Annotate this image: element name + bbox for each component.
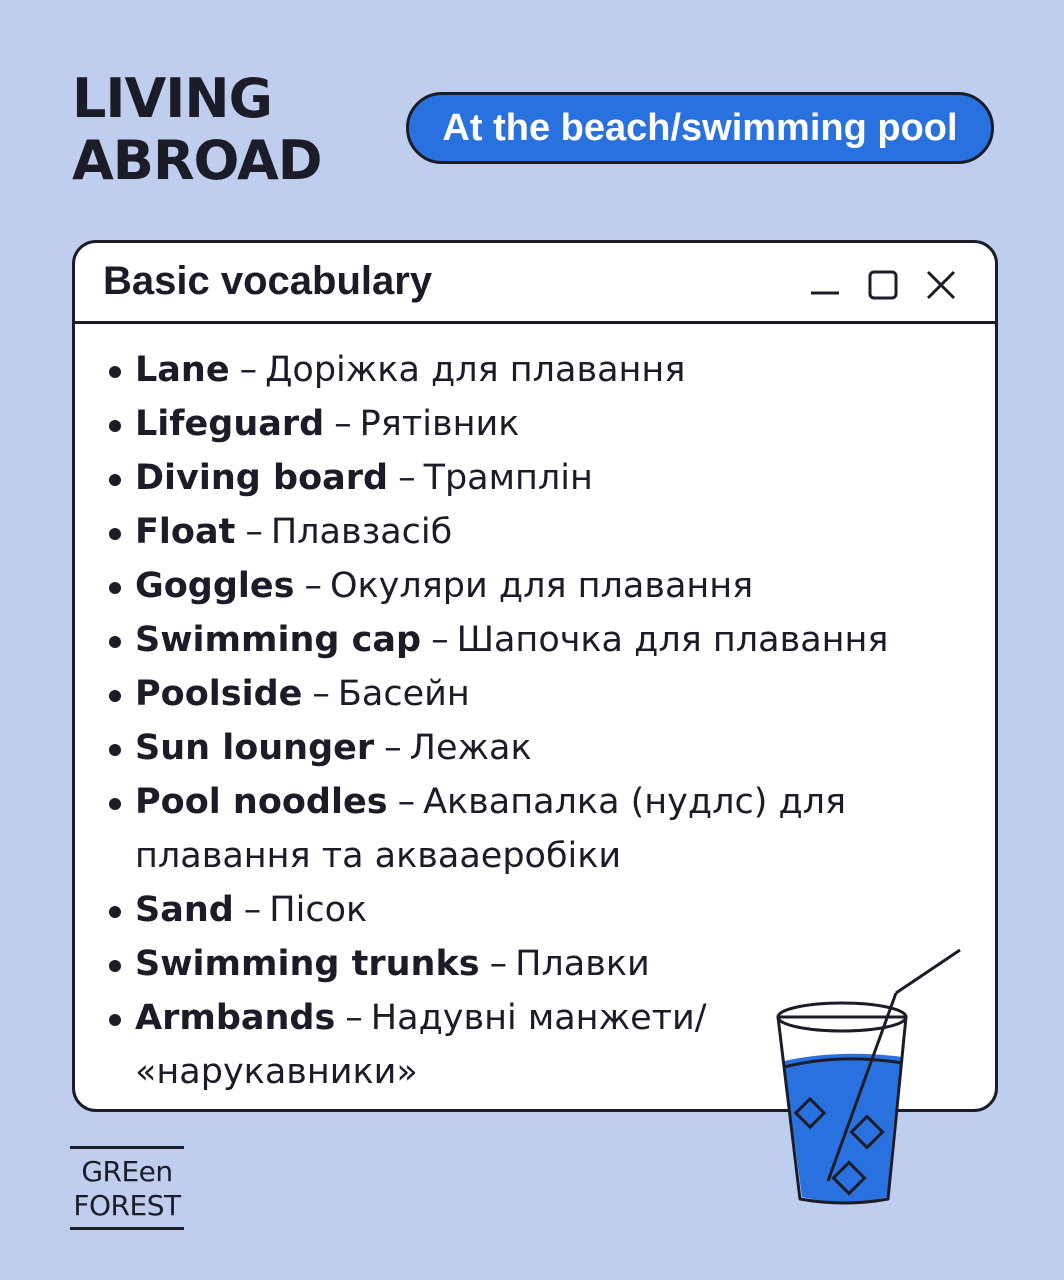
vocab-term: Armbands	[135, 998, 336, 1038]
dash-separator: –	[345, 998, 363, 1038]
list-item: Swimming cap – Шапочка для плавання	[105, 613, 965, 667]
vocab-term: Diving board	[135, 458, 389, 498]
glass-of-water-illustration	[776, 948, 961, 1205]
list-item: Lifeguard – Рятівник	[105, 397, 965, 451]
vocab-term: Poolside	[135, 674, 303, 714]
list-item: Pool noodles – Аквапалка (нудлс) для плава…	[105, 775, 965, 883]
vocab-translation: Окуляри для плавання	[329, 566, 754, 606]
maximize-icon[interactable]	[865, 267, 901, 303]
window-title: Basic vocabulary	[103, 259, 433, 303]
list-item: Lane – Доріжка для плавання	[105, 343, 965, 397]
dash-separator: –	[489, 944, 508, 984]
vocab-translation: Рятівник	[359, 404, 520, 444]
vocab-term: Lane	[135, 350, 230, 390]
dash-separator: –	[304, 566, 322, 606]
minimize-icon[interactable]	[807, 267, 843, 303]
dash-separator: –	[384, 728, 402, 768]
dash-separator: –	[243, 890, 262, 930]
logo-line-1: GREen	[81, 1155, 173, 1188]
close-icon[interactable]	[923, 267, 959, 303]
page-title: LIVING ABROAD	[72, 67, 323, 192]
vocab-translation: Плавки	[515, 944, 650, 984]
vocab-translation: Плавзасіб	[270, 512, 453, 552]
dash-separator: –	[431, 620, 449, 660]
list-item: Sun lounger – Лежак	[105, 721, 965, 775]
window-controls	[807, 267, 959, 303]
list-item: Poolside – Басейн	[105, 667, 965, 721]
vocab-term: Goggles	[135, 566, 295, 606]
vocab-term: Swimming trunks	[135, 944, 480, 984]
vocab-term: Pool noodles	[135, 782, 388, 822]
list-item: Goggles – Окуляри для плавання	[105, 559, 965, 613]
vocab-translation: Пісок	[269, 890, 368, 930]
vocab-translation: Басейн	[337, 674, 470, 714]
dash-separator: –	[334, 404, 352, 444]
dash-separator: –	[239, 350, 258, 390]
vocab-term: Sand	[135, 890, 234, 930]
vocab-term: Swimming cap	[135, 620, 422, 660]
list-item: Sand – Пісок	[105, 883, 965, 937]
vocab-translation: Доріжка для плавання	[265, 350, 686, 390]
vocab-translation: Шапочка для плавання	[456, 620, 889, 660]
title-line-abroad: ABROAD	[72, 129, 323, 192]
green-forest-logo: GREen FOREST	[70, 1146, 184, 1230]
list-item: Float – Плавзасіб	[105, 505, 965, 559]
vocab-term: Float	[135, 512, 236, 552]
list-item: Diving board – Трамплін	[105, 451, 965, 505]
dash-separator: –	[312, 674, 330, 714]
vocab-term: Sun lounger	[135, 728, 375, 768]
vocab-translation: Лежак	[409, 728, 532, 768]
logo-line-2: FOREST	[73, 1189, 181, 1222]
title-line-living: LIVING	[72, 67, 273, 130]
dash-separator: –	[245, 512, 263, 552]
vocab-term: Lifeguard	[135, 404, 325, 444]
dash-separator: –	[398, 458, 416, 498]
topic-badge: At the beach/swimming pool	[406, 92, 994, 164]
window-header: Basic vocabulary	[75, 243, 995, 324]
dash-separator: –	[397, 782, 416, 822]
vocab-translation: Трамплін	[423, 458, 593, 498]
